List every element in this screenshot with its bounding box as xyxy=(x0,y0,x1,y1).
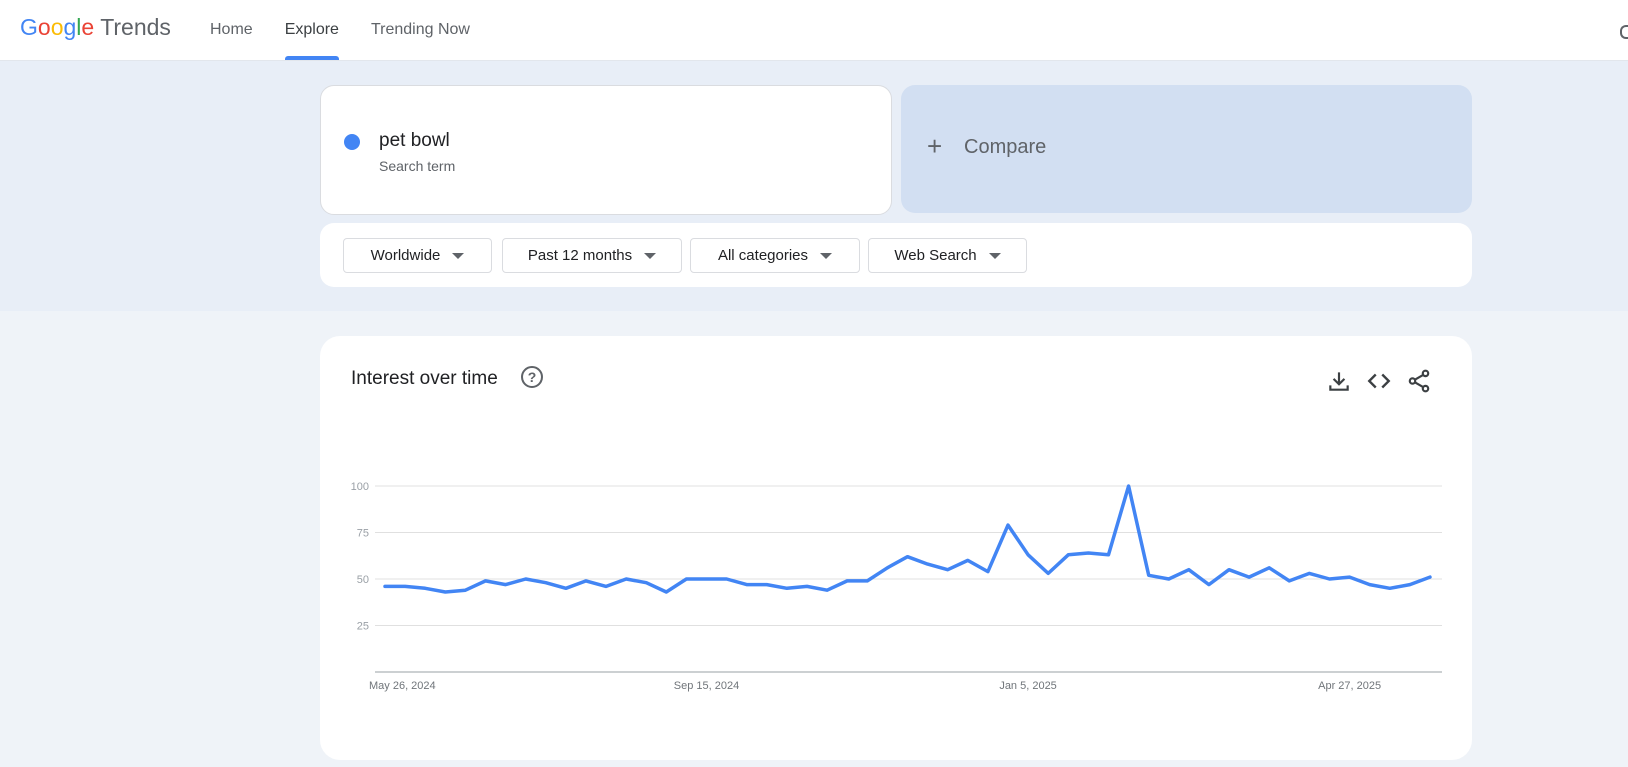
search-term-name[interactable]: pet bowl xyxy=(379,130,450,152)
y-tick-label: 75 xyxy=(357,528,369,540)
time-range-label: Past 12 months xyxy=(527,247,633,264)
term-color-dot xyxy=(344,134,360,150)
search-property-label: Web Search xyxy=(894,247,977,264)
region-dropdown[interactable]: Worldwide xyxy=(343,238,492,273)
google-letter: o xyxy=(50,14,64,40)
x-tick-label: May 26, 2024 xyxy=(369,680,436,692)
line-chart: 25 50 75 100 May 26, 2024 Sep 15, 2024 Jan 5, … xyxy=(351,481,1442,692)
google-wordmark: Google xyxy=(20,14,94,41)
nav-explore[interactable]: Explore xyxy=(284,0,340,60)
series-line-pet-bowl xyxy=(383,484,1432,594)
search-term-type: Search term xyxy=(379,158,456,174)
search-property-dropdown[interactable]: Web Search xyxy=(868,238,1027,273)
google-letter: g xyxy=(63,14,77,40)
x-tick-label: Apr 27, 2025 xyxy=(1318,680,1381,692)
google-letter: G xyxy=(20,14,38,40)
plus-icon: + xyxy=(927,131,943,161)
region-label: Worldwide xyxy=(370,247,441,264)
category-dropdown[interactable]: All categories xyxy=(690,238,860,273)
search-term-card[interactable]: pet bowl Search term xyxy=(320,85,892,215)
y-tick-label: 25 xyxy=(357,621,369,633)
interest-over-time-card: Interest over time ? 25 50 75 100 May 26, 20… xyxy=(320,336,1472,760)
category-label: All categories xyxy=(717,247,809,264)
google-letter: o xyxy=(37,14,51,40)
apps-icon[interactable] xyxy=(1620,25,1628,39)
caret-down-icon xyxy=(988,252,1001,259)
x-tick-label: Jan 5, 2025 xyxy=(999,680,1057,692)
y-tick-label: 100 xyxy=(351,481,369,493)
compare-button[interactable]: + Compare xyxy=(901,85,1472,213)
caret-down-icon xyxy=(820,252,833,259)
y-tick-label: 50 xyxy=(357,574,369,586)
time-range-dropdown[interactable]: Past 12 months xyxy=(502,238,682,273)
google-letter: e xyxy=(81,14,95,40)
trends-wordmark: Trends xyxy=(100,14,171,40)
nav-trending-now[interactable]: Trending Now xyxy=(371,0,470,60)
header: Google Trends Home Explore Trending Now xyxy=(0,0,1628,61)
google-trends-logo[interactable]: Google Trends xyxy=(20,14,171,46)
filter-bar: Worldwide Past 12 months All categories … xyxy=(320,223,1472,287)
nav-home[interactable]: Home xyxy=(210,0,253,60)
caret-down-icon xyxy=(452,252,465,259)
compare-label: Compare xyxy=(964,136,1047,158)
main-nav: Home Explore Trending Now xyxy=(210,0,502,60)
x-tick-label: Sep 15, 2024 xyxy=(674,680,739,692)
caret-down-icon xyxy=(644,252,657,259)
